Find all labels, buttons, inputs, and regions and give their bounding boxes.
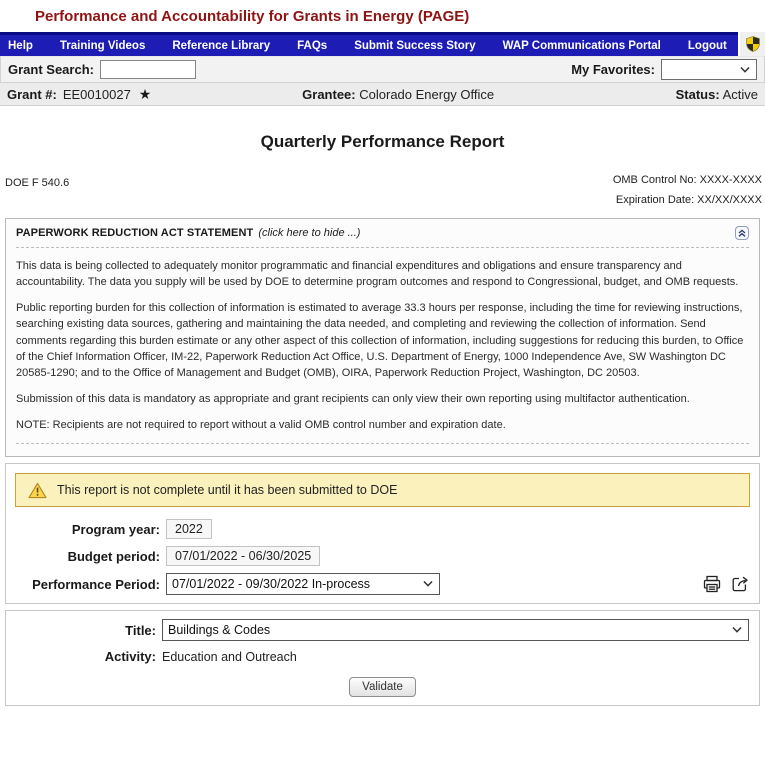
warning-text: This report is not complete until it has… xyxy=(57,483,398,498)
pra-paragraph: Public reporting burden for this collect… xyxy=(16,302,744,379)
grant-info-bar: Grant #: EE0010027 ★ Grantee: Colorado E… xyxy=(0,83,765,106)
print-icon[interactable] xyxy=(702,574,722,594)
program-year-label: Program year: xyxy=(71,521,160,537)
favorite-star-icon[interactable]: ★ xyxy=(139,87,152,101)
main-navbar: Help Training Videos Reference Library F… xyxy=(0,32,765,56)
incomplete-report-warning: This report is not complete until it has… xyxy=(15,473,750,508)
grant-number-label: Grant #: xyxy=(7,86,57,102)
pra-paragraph: NOTE: Recipients are not required to rep… xyxy=(16,419,506,432)
performance-period-select[interactable]: 07/01/2022 - 09/30/2022 In-process xyxy=(167,574,439,595)
collapse-icon[interactable] xyxy=(735,226,749,240)
grant-search-label: Grant Search: xyxy=(8,62,94,77)
export-icon[interactable] xyxy=(730,574,750,594)
validate-button[interactable]: Validate xyxy=(349,677,416,698)
page-title: Performance and Accountability for Grant… xyxy=(35,8,470,25)
security-shield-icon xyxy=(738,32,765,56)
expiration-date: Expiration Date: XX/XX/XXXX xyxy=(615,194,762,206)
budget-period-value: 07/01/2022 - 06/30/2025 xyxy=(166,546,321,567)
report-heading: Quarterly Performance Report xyxy=(260,132,505,151)
my-favorites-label: My Favorites: xyxy=(571,62,655,77)
my-favorites-select[interactable] xyxy=(662,60,756,79)
pra-statement-box: PAPERWORK REDUCTION ACT STATEMENT (click… xyxy=(5,218,760,458)
nav-item-wap-communications-portal[interactable]: WAP Communications Portal xyxy=(503,40,661,52)
nav-links: Help Training Videos Reference Library F… xyxy=(0,32,738,56)
form-meta: DOE F 540.6 OMB Control No: XXXX-XXXX Ex… xyxy=(0,170,765,210)
title-select-wrap: Buildings & Codes xyxy=(162,619,749,642)
report-period-panel: This report is not complete until it has… xyxy=(5,463,760,605)
nav-item-training-videos[interactable]: Training Videos xyxy=(60,40,145,52)
pra-toggle-hint[interactable]: (click here to hide ...) xyxy=(258,227,360,239)
activity-panel: Title: Buildings & Codes Activity: Educa… xyxy=(5,610,760,707)
my-favorites-select-wrap xyxy=(661,59,757,80)
title-select[interactable]: Buildings & Codes xyxy=(163,620,748,641)
performance-period-label: Performance Period: xyxy=(32,576,160,592)
pra-paragraph: Submission of this data is mandatory as … xyxy=(16,393,690,406)
program-year-value: 2022 xyxy=(166,519,212,540)
pra-title: PAPERWORK REDUCTION ACT STATEMENT xyxy=(16,227,254,239)
status-label: Status: xyxy=(675,86,720,102)
warning-triangle-icon xyxy=(28,482,47,499)
nav-item-reference-library[interactable]: Reference Library xyxy=(172,40,270,52)
grant-search-input[interactable] xyxy=(99,60,196,79)
grant-search-bar: Grant Search: My Favorites: xyxy=(0,56,765,83)
form-number: DOE F 540.6 xyxy=(5,177,70,189)
title-label: Title: xyxy=(125,622,156,638)
grant-number-value: EE0010027 xyxy=(62,86,131,102)
grantee-label: Grantee: xyxy=(302,86,356,102)
activity-label: Activity: xyxy=(104,649,156,665)
nav-item-submit-success-story[interactable]: Submit Success Story xyxy=(354,40,475,52)
activity-value: Education and Outreach xyxy=(162,649,297,664)
budget-period-label: Budget period: xyxy=(67,548,160,564)
nav-item-faqs[interactable]: FAQs xyxy=(297,40,327,52)
grantee-value: Colorado Energy Office xyxy=(359,86,495,102)
omb-control-number: OMB Control No: XXXX-XXXX xyxy=(612,174,762,186)
pra-paragraph: This data is being collected to adequate… xyxy=(16,260,739,289)
status-value: Active xyxy=(722,86,758,102)
nav-item-help[interactable]: Help xyxy=(8,40,33,52)
nav-item-logout[interactable]: Logout xyxy=(688,40,727,52)
performance-period-select-wrap: 07/01/2022 - 09/30/2022 In-process xyxy=(166,573,440,596)
